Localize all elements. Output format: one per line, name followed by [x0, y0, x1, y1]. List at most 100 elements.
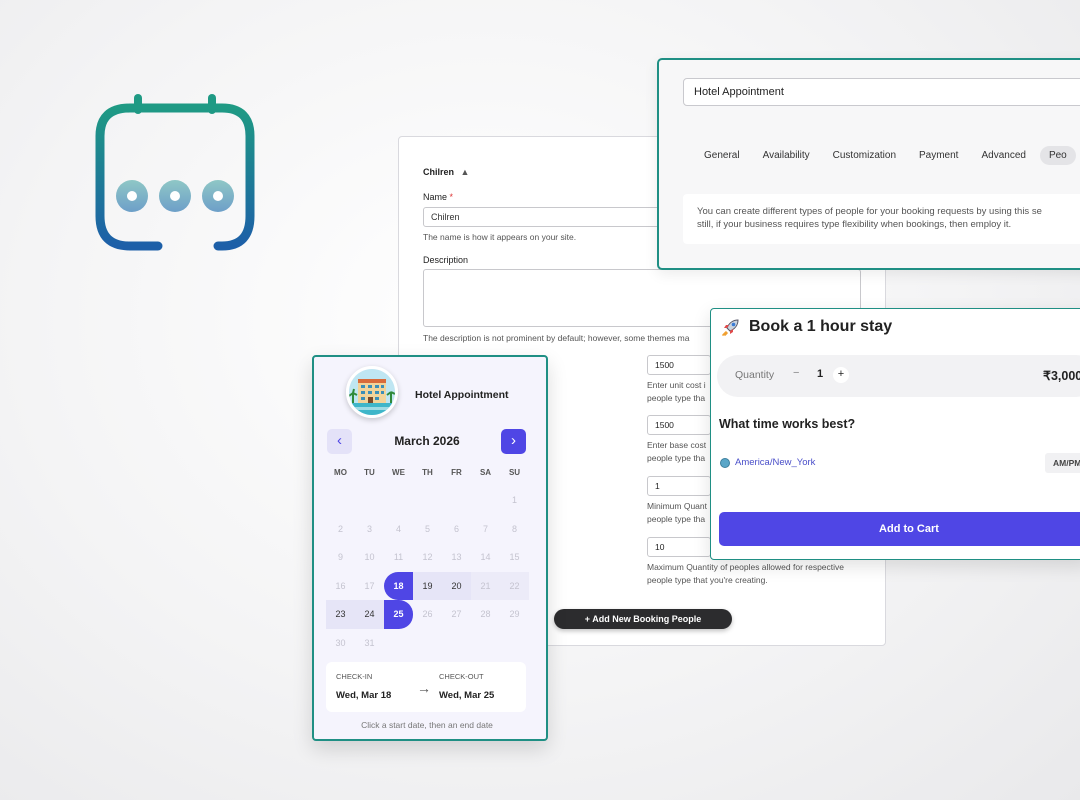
app-logo-calendar-icon — [95, 94, 255, 251]
people-info-note: You can create different types of people… — [683, 194, 1080, 244]
calendar-empty-cell — [442, 486, 471, 515]
tab-general[interactable]: General — [695, 146, 749, 165]
booking-settings-panel: Hotel Appointment General Availability C… — [657, 58, 1080, 270]
add-booking-people-button[interactable]: + Add New Booking People — [554, 609, 732, 629]
quantity-decrement-button[interactable]: − — [793, 367, 799, 379]
arrow-right-icon: → — [417, 680, 431, 696]
calendar-day[interactable]: 23 — [326, 600, 355, 629]
timezone-label: America/New_York — [735, 457, 816, 468]
calendar-day[interactable]: 25 — [384, 600, 413, 629]
weekday-label: MO — [334, 468, 347, 477]
appointment-title-input[interactable]: Hotel Appointment — [683, 78, 1080, 106]
calendar-day: 9 — [337, 552, 343, 562]
checkout-label: CHECK-OUT — [439, 672, 484, 681]
checkin-value: Wed, Mar 18 — [336, 690, 392, 701]
checkout-value: Wed, Mar 25 — [439, 690, 495, 701]
calendar-day[interactable]: 24 — [355, 600, 384, 629]
name-input[interactable]: Chilren — [423, 207, 673, 227]
price-total: ₹3,000 — [1043, 369, 1080, 383]
calendar-empty-cell — [384, 486, 413, 515]
calendar-day: 22 — [500, 571, 529, 600]
calendar-hotel-name: Hotel Appointment — [415, 389, 509, 401]
calendar-day: 13 — [451, 552, 462, 562]
calendar-day: 15 — [509, 552, 520, 562]
tab-availability[interactable]: Availability — [754, 146, 819, 165]
tab-advanced[interactable]: Advanced — [972, 146, 1034, 165]
name-label: Name * — [423, 192, 454, 202]
calendar-day: 7 — [482, 523, 488, 534]
calendar-day: 28 — [480, 609, 491, 619]
add-to-cart-button[interactable]: Add to Cart — [719, 512, 1080, 546]
weekday-header: MO TU WE TH FR SA SU — [326, 468, 536, 477]
calendar-day: 17 — [364, 580, 375, 591]
calendar-day: 29 — [509, 609, 520, 619]
calendar-day: 2 — [337, 523, 343, 534]
calendar-day: 30 — [335, 637, 346, 648]
name-help-text: The name is how it appears on your site. — [423, 232, 577, 242]
tab-customization[interactable]: Customization — [824, 146, 905, 165]
timezone-selector[interactable]: America/New_York — [720, 457, 815, 468]
calendar-day: 31 — [364, 637, 375, 648]
ampm-toggle[interactable]: AM/PM — [1045, 453, 1080, 473]
calendar-day: 21 — [471, 571, 500, 600]
rocket-icon — [722, 319, 739, 336]
calendar-day[interactable]: 18 — [384, 571, 413, 600]
next-month-button[interactable]: › — [501, 429, 526, 454]
collapse-caret-icon[interactable]: ▲ — [461, 167, 470, 177]
max-quantity-input[interactable]: 10 — [647, 537, 711, 557]
calendar-day: 10 — [364, 552, 375, 562]
weekday-label: SU — [508, 468, 521, 477]
calendar-empty-cell — [326, 486, 355, 515]
calendar-day: 5 — [424, 523, 430, 534]
base-cost-input[interactable]: 1500 — [647, 415, 711, 435]
required-mark: * — [449, 192, 454, 202]
calendar-empty-cell — [413, 486, 442, 515]
calendar-hint: Click a start date, then an end date — [361, 720, 493, 730]
checkin-label: CHECK-IN — [336, 672, 373, 681]
weekday-label: TH — [422, 468, 433, 477]
tab-people[interactable]: Peo — [1039, 146, 1076, 165]
time-question: What time works best? — [719, 417, 856, 431]
calendar-day[interactable]: 19 — [413, 571, 442, 600]
calendar-day: 1 — [511, 495, 517, 505]
calendar-day: 16 — [335, 580, 346, 591]
settings-tabs: General Availability Customization Payme… — [695, 146, 1080, 165]
section-title: Chilren — [423, 167, 455, 177]
calendar-day-grid: 1 2 3 4 5 6 7 8 9 10 11 12 13 14 15 16 17 18 19 20 21 22 23 24 2… — [326, 486, 536, 657]
tab-payment[interactable]: Payment — [910, 146, 967, 165]
calendar-day[interactable]: 20 — [442, 571, 471, 600]
calendar-empty-cell — [355, 486, 384, 515]
weekday-label: TU — [364, 468, 375, 477]
calendar-day: 4 — [395, 523, 401, 534]
quantity-label: Quantity — [735, 369, 775, 381]
booking-title-row: Book a 1 hour stay — [721, 317, 892, 337]
description-help-text: The description is not prominent by defa… — [423, 333, 690, 343]
calendar-day: 14 — [480, 552, 491, 562]
calendar-day: 12 — [422, 552, 433, 562]
calendar-day: 3 — [366, 523, 372, 534]
calendar-day: 11 — [393, 552, 404, 562]
booking-card: Book a 1 hour stay Quantity − 1 + ₹3,000… — [710, 308, 1080, 560]
calendar-day: 26 — [422, 609, 433, 619]
stay-summary: CHECK-IN Wed, Mar 18 → CHECK-OUT Wed, Ma… — [326, 662, 526, 712]
weekday-label: SA — [479, 468, 492, 477]
section-header[interactable]: Chilren ▲ — [423, 167, 469, 177]
max-quantity-help: Maximum Quantity of peoples allowed for … — [647, 562, 845, 585]
booking-title: Book a 1 hour stay — [749, 318, 893, 335]
weekday-label: WE — [392, 468, 405, 477]
calendar-card: Hotel Appointment ‹ March 2026 › MO TU W… — [312, 355, 548, 741]
quantity-value: 1 — [817, 368, 824, 380]
calendar-day: 27 — [451, 609, 462, 619]
hotel-avatar — [346, 366, 398, 418]
description-label: Description — [423, 255, 469, 265]
calendar-day: 6 — [453, 523, 459, 534]
unit-cost-input[interactable]: 1500 — [647, 355, 711, 375]
min-quantity-input[interactable]: 1 — [647, 476, 711, 496]
quantity-row: Quantity − 1 + ₹3,000 — [717, 355, 1080, 397]
quantity-increment-button[interactable]: + — [833, 367, 849, 383]
calendar-day: 8 — [511, 523, 517, 534]
calendar-empty-cell — [471, 486, 500, 515]
hotel-image — [349, 369, 395, 415]
globe-icon — [720, 457, 730, 468]
weekday-label: FR — [451, 468, 462, 477]
